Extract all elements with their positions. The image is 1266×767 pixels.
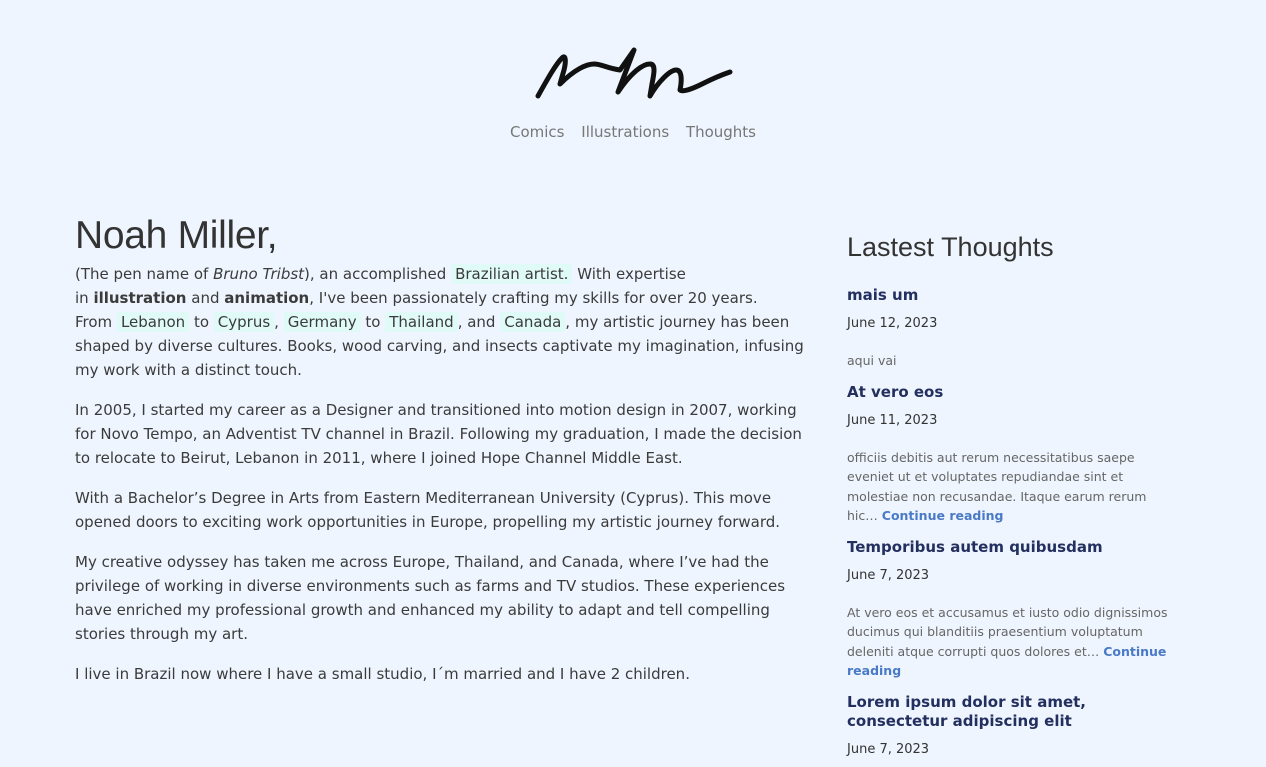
post-title-link[interactable]: Lorem ipsum dolor sit amet, consectetur … — [847, 693, 1187, 731]
intro-text: , I've been passionately crafting my ski… — [309, 289, 758, 307]
author-name: Noah Miller, — [75, 214, 278, 257]
nav-comics[interactable]: Comics — [510, 123, 565, 141]
bio-paragraph: With a Bachelor’s Degree in Arts from Ea… — [75, 489, 781, 531]
bio-paragraph: In 2005, I started my career as a Design… — [75, 401, 802, 467]
post-title-link[interactable]: mais um — [847, 286, 1187, 305]
post-excerpt: officiis debitis aut rerum necessitatibu… — [847, 448, 1177, 526]
intro-text: From — [75, 313, 117, 331]
post-date: June 7, 2023 — [847, 741, 930, 757]
post-date: June 7, 2023 — [847, 567, 930, 583]
animation-keyword: animation — [224, 289, 310, 307]
bio-paragraph: I live in Brazil now where I have a smal… — [75, 665, 690, 683]
post-date: June 11, 2023 — [847, 412, 938, 428]
highlight-thailand: Thailand — [385, 312, 458, 332]
bio-paragraph: My creative odyssey has taken me across … — [75, 553, 786, 643]
intro-text: (The pen name of — [75, 265, 214, 283]
highlight-brazilian-artist: Brazilian artist. — [451, 264, 573, 284]
illustration-keyword: illustration — [93, 289, 187, 307]
post-excerpt: At vero eos et accusamus et iusto odio d… — [847, 603, 1177, 681]
nav-illustrations[interactable]: Illustrations — [581, 123, 669, 141]
intro-text: ), an accomplished — [304, 265, 452, 283]
intro-text: , — [274, 313, 284, 331]
signature-logo[interactable] — [530, 40, 740, 110]
post-title-link[interactable]: Temporibus autem quibusdam — [847, 538, 1187, 557]
continue-reading-link[interactable]: Continue reading — [882, 508, 1004, 523]
intro-text: , and — [457, 313, 501, 331]
nav-thoughts[interactable]: Thoughts — [686, 123, 756, 141]
highlight-lebanon: Lebanon — [116, 312, 190, 332]
post-item: At vero eos June 11, 2023 officiis debit… — [847, 383, 1187, 526]
highlight-cyprus: Cyprus — [213, 312, 275, 332]
main-nav: Comics Illustrations Thoughts — [0, 123, 1266, 141]
intro-text: and — [186, 289, 225, 307]
pen-name: Bruno Tribst — [213, 265, 305, 283]
about-section: Noah Miller, (The pen name of Bruno Trib… — [75, 210, 815, 686]
post-item: Temporibus autem quibusdam June 7, 2023 … — [847, 538, 1187, 681]
intro-paragraph: (The pen name of Bruno Tribst), an accom… — [75, 262, 815, 382]
post-item: Lorem ipsum dolor sit amet, consectetur … — [847, 693, 1187, 759]
post-title-link[interactable]: At vero eos — [847, 383, 1187, 402]
latest-thoughts-sidebar: Lastest Thoughts mais um June 12, 2023 a… — [847, 232, 1187, 759]
sidebar-title: Lastest Thoughts — [847, 232, 1054, 262]
intro-text: to — [360, 313, 386, 331]
post-excerpt: aqui vai — [847, 353, 897, 368]
highlight-canada: Canada — [500, 312, 566, 332]
highlight-germany: Germany — [283, 312, 361, 332]
intro-text: to — [189, 313, 214, 331]
intro-text: With expertise — [572, 265, 686, 283]
post-date: June 12, 2023 — [847, 316, 938, 331]
site-header: Comics Illustrations Thoughts — [0, 0, 1266, 170]
intro-text: in — [75, 289, 94, 307]
post-item: mais um June 12, 2023 aqui vai — [847, 286, 1187, 371]
